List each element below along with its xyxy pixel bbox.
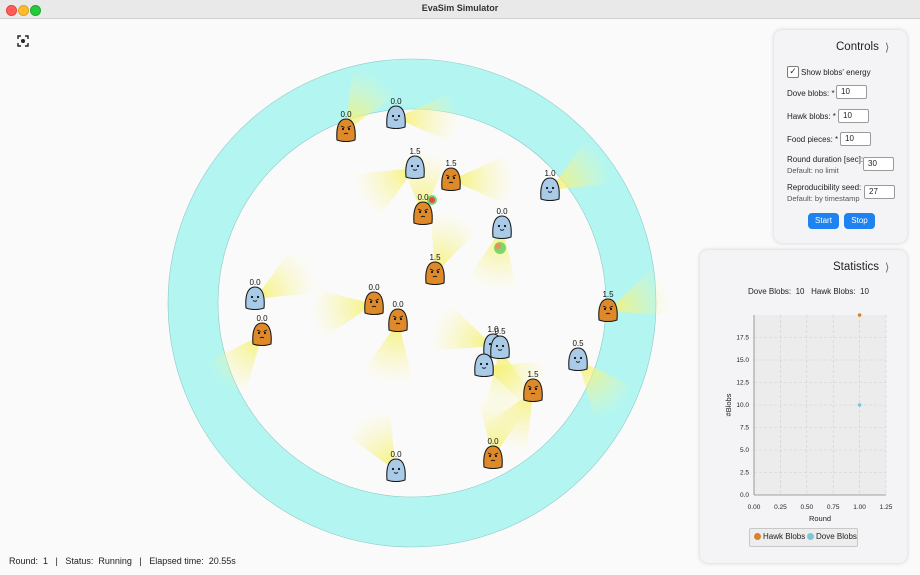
blob-count-chart: 0.00 0.25 0.50 0.75 1.00 1.25 0.0 2.5 5.0 7.5 10.0… bbox=[724, 313, 893, 523]
stop-button[interactable]: Stop bbox=[844, 213, 875, 229]
hawk-blob[interactable]: 0.0 bbox=[252, 314, 272, 347]
blob-energy-label: 1.5 bbox=[409, 147, 421, 156]
y-axis-label: #Blobs bbox=[724, 393, 733, 416]
x-tick-label: 0.50 bbox=[800, 504, 813, 511]
blob-energy-label: 0.0 bbox=[392, 300, 404, 309]
hawk-blobs-field[interactable]: 10 bbox=[838, 109, 869, 123]
dove-blob[interactable]: 0.0 bbox=[492, 207, 512, 240]
blob-energy-label: 0.0 bbox=[368, 283, 380, 292]
dove-legend-swatch bbox=[807, 533, 814, 540]
food-pieces-label: Food pieces: * bbox=[787, 135, 839, 144]
status-bar: Round: 1 | Status: Running | Elapsed tim… bbox=[9, 556, 236, 566]
y-tick-label: 2.5 bbox=[740, 470, 749, 477]
blob-energy-label: 0.0 bbox=[417, 193, 429, 202]
blob-energy-label: 1.0 bbox=[544, 169, 556, 178]
checkmark-icon: ✓ bbox=[789, 66, 797, 76]
y-tick-label: 15.0 bbox=[736, 357, 749, 364]
blob-energy-label: 1.5 bbox=[527, 370, 539, 379]
dove-blob[interactable]: 0.5 bbox=[490, 327, 510, 360]
round-duration-hint: Default: no limit bbox=[787, 166, 839, 175]
show-energy-checkbox[interactable]: ✓ bbox=[787, 66, 799, 78]
dove-legend-label: Dove Blobs bbox=[816, 532, 857, 541]
vision-cone bbox=[344, 407, 396, 471]
food-pieces-field[interactable]: 10 bbox=[840, 132, 871, 146]
blob-counts-summary: Dove Blobs: 10 Hawk Blobs: 10 bbox=[748, 287, 869, 296]
dove-data-point bbox=[857, 403, 862, 407]
blob-energy-label: 1.5 bbox=[602, 290, 614, 299]
blob-energy-label: 0.0 bbox=[340, 110, 352, 119]
hawk-blobs-label: Hawk blobs: * bbox=[787, 112, 836, 121]
start-button[interactable]: Start bbox=[808, 213, 839, 229]
blob-energy-label: 0.0 bbox=[249, 278, 261, 287]
window-titlebar: EvaSim Simulator bbox=[0, 0, 920, 19]
blob-energy-label: 0.0 bbox=[390, 450, 402, 459]
x-tick-label: 1.00 bbox=[853, 504, 866, 511]
seed-label: Reproducibility seed: bbox=[787, 183, 862, 192]
y-tick-label: 12.5 bbox=[736, 380, 749, 387]
dove-blobs-label: Dove blobs: * bbox=[787, 89, 835, 98]
hawk-legend-swatch bbox=[754, 533, 761, 540]
statistics-collapse-chevron-icon[interactable]: ⟩ bbox=[885, 261, 889, 274]
y-tick-label: 0.0 bbox=[740, 492, 749, 499]
blob-energy-label: 1.5 bbox=[445, 159, 457, 168]
dove-blob[interactable]: 0.5 bbox=[568, 339, 588, 372]
hawk-blob[interactable]: 1.5 bbox=[441, 159, 461, 192]
show-energy-label: Show blobs' energy bbox=[801, 68, 871, 77]
seed-field[interactable]: 27 bbox=[864, 185, 895, 199]
hawk-blob[interactable]: 0.0 bbox=[388, 300, 408, 333]
y-tick-label: 10.0 bbox=[736, 402, 749, 409]
hawk-data-point bbox=[857, 313, 862, 317]
chart-legend: Hawk Blobs Dove Blobs bbox=[749, 528, 858, 547]
x-tick-label: 0.25 bbox=[774, 504, 787, 511]
x-tick-label: 0.75 bbox=[827, 504, 840, 511]
blob-energy-label: 0.0 bbox=[390, 97, 402, 106]
dove-blob[interactable]: 0.0 bbox=[386, 450, 406, 483]
hawk-legend-label: Hawk Blobs bbox=[763, 532, 806, 541]
x-tick-label: 1.25 bbox=[880, 504, 893, 511]
blob-energy-label: 0.5 bbox=[572, 339, 584, 348]
statistics-panel: Statistics ⟩ Dove Blobs: 10 Hawk Blobs: … bbox=[700, 250, 907, 563]
controls-collapse-chevron-icon[interactable]: ⟩ bbox=[885, 41, 889, 54]
blob-energy-label: 0.0 bbox=[256, 314, 268, 323]
round-duration-label: Round duration [sec]: bbox=[787, 155, 864, 164]
controls-title: Controls bbox=[836, 41, 879, 53]
y-tick-label: 17.5 bbox=[736, 335, 749, 342]
y-tick-label: 7.5 bbox=[740, 425, 749, 432]
seed-hint: Default: by timestamp bbox=[787, 194, 860, 203]
window-title: EvaSim Simulator bbox=[421, 3, 499, 13]
blob-energy-label: 1.5 bbox=[429, 253, 441, 262]
statistics-title: Statistics bbox=[833, 261, 880, 273]
dove-blobs-field[interactable]: 10 bbox=[836, 85, 867, 99]
dove-blob[interactable]: 0.0 bbox=[245, 278, 265, 311]
blob-energy-label: 0.0 bbox=[496, 207, 508, 216]
hawk-blob[interactable]: 0.0 bbox=[364, 283, 384, 316]
round-duration-field[interactable]: 30 bbox=[863, 157, 894, 171]
x-axis-label: Round bbox=[809, 514, 831, 523]
food-item bbox=[494, 242, 506, 254]
blob-energy-label: 0.0 bbox=[487, 437, 499, 446]
blob-energy-label: 0.5 bbox=[494, 327, 506, 336]
y-tick-label: 5.0 bbox=[740, 447, 749, 454]
simulation-arena: 0.0 0.0 1.5 1.5 0.0 1.0 0.0 1.5 0.0 0.0 0.0 0.0 1.5 1… bbox=[167, 58, 672, 548]
x-tick-label: 0.00 bbox=[748, 504, 761, 511]
controls-panel: Controls ⟩ ✓ Show blobs' energy Dove blo… bbox=[774, 30, 907, 243]
dove-blob[interactable] bbox=[474, 353, 494, 378]
